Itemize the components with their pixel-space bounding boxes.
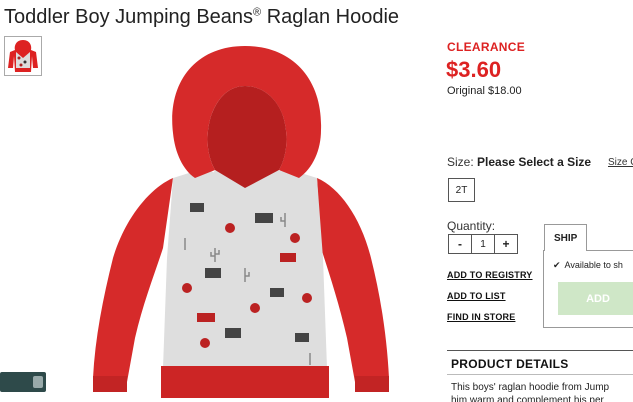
quantity-label: Quantity: <box>447 219 496 233</box>
product-details-heading[interactable]: PRODUCT DETAILS <box>451 357 569 371</box>
add-to-list-link[interactable]: ADD TO LIST <box>447 291 506 301</box>
availability-status: ✔ Available to sh <box>553 260 623 270</box>
divider <box>447 374 633 375</box>
checkmark-icon: ✔ <box>553 260 561 270</box>
divider <box>447 350 633 351</box>
sale-price: $3.60 <box>446 57 502 82</box>
tab-ship[interactable]: SHIP <box>544 224 587 251</box>
clearance-badge: CLEARANCE <box>447 40 526 54</box>
product-main-image <box>93 46 389 398</box>
product-thumbnail[interactable] <box>4 36 42 76</box>
size-selector-label: Size: Please Select a Size <box>447 155 592 169</box>
quantity-increment-button[interactable]: + <box>495 235 517 253</box>
fulfillment-tab-rule <box>587 250 633 251</box>
size-chart-link[interactable]: Size C <box>608 157 633 168</box>
hoodie-thumbnail-icon <box>8 40 38 72</box>
quantity-decrement-button[interactable]: - <box>449 235 471 253</box>
find-in-store-link[interactable]: FIND IN STORE <box>447 312 515 322</box>
add-to-cart-button[interactable]: ADD <box>558 282 633 315</box>
original-price: Original $18.00 <box>447 85 522 97</box>
add-to-registry-link[interactable]: ADD TO REGISTRY <box>447 270 533 280</box>
size-option-2t[interactable]: 2T <box>448 178 475 202</box>
product-title: Toddler Boy Jumping Beans® Raglan Hoodie <box>4 6 400 28</box>
feedback-badge[interactable] <box>0 372 46 392</box>
quantity-stepper: - 1 + <box>448 234 518 254</box>
quantity-input[interactable]: 1 <box>471 235 495 253</box>
product-description: This boys' raglan hoodie from Jump him w… <box>451 382 610 402</box>
